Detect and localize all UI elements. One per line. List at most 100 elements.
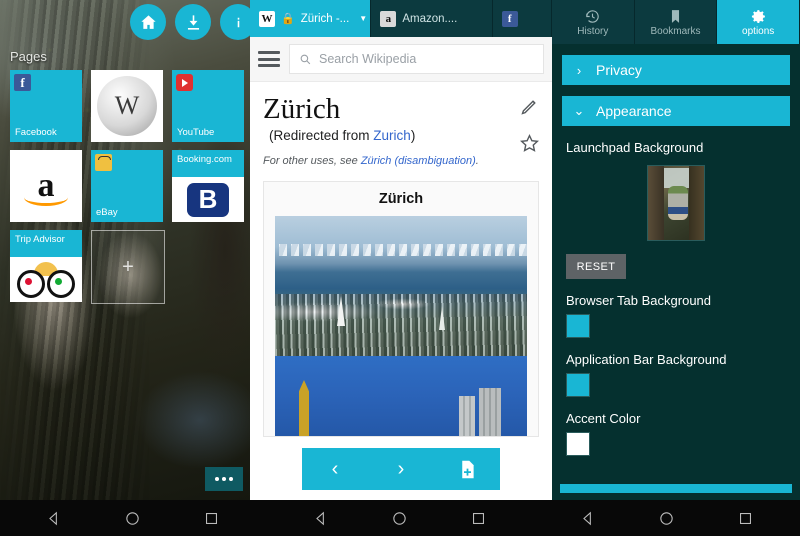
screen: Pages f Facebook YouTube a eBay	[0, 0, 800, 536]
home-icon[interactable]	[658, 510, 675, 527]
android-nav-panel-3	[533, 500, 800, 536]
page-title: Zürich	[263, 93, 341, 125]
wikipedia-article: Zürich (Redirected from Zurich) For othe…	[250, 82, 552, 437]
tile-ebay[interactable]: eBay	[91, 150, 163, 222]
tab-options[interactable]: options	[717, 0, 800, 44]
redirect-suffix: )	[410, 128, 416, 143]
hatnote-link[interactable]: Zürich (disambiguation)	[361, 155, 476, 167]
download-button[interactable]	[175, 4, 211, 40]
accent-color-label: Accent Color	[566, 411, 641, 426]
hatnote-prefix: For other uses, see	[263, 155, 361, 167]
thumbnail-tree-trunk	[648, 166, 664, 240]
reset-button[interactable]: RESET	[566, 254, 626, 279]
wikipedia-header: Search Wikipedia	[250, 37, 552, 82]
tile-booking[interactable]: Booking.com B	[172, 150, 244, 222]
tile-facebook[interactable]: f Facebook	[10, 70, 82, 142]
amazon-favicon: a	[380, 10, 397, 27]
hatnote-suffix: .	[475, 155, 479, 167]
menu-icon[interactable]	[258, 51, 280, 67]
section-title: Appearance	[596, 103, 672, 119]
tile-amazon[interactable]: a	[10, 150, 82, 222]
article-tools	[519, 96, 540, 154]
search-input[interactable]: Search Wikipedia	[289, 44, 544, 74]
tile-wikipedia[interactable]	[91, 70, 163, 142]
clock-tower	[299, 380, 309, 436]
tab-facebook[interactable]: f	[493, 0, 552, 37]
tab-bookmarks[interactable]: Bookmarks	[634, 0, 718, 44]
recents-icon[interactable]	[737, 510, 754, 527]
section-appearance[interactable]: ⌄ Appearance	[562, 96, 790, 126]
back-icon[interactable]	[579, 510, 596, 527]
bookmark-icon	[671, 9, 680, 23]
launchpad-panel: Pages f Facebook YouTube a eBay	[0, 0, 250, 500]
redirect-link[interactable]: Zurich	[373, 128, 411, 143]
forward-button[interactable]: ›	[368, 458, 434, 481]
home-icon[interactable]	[391, 510, 408, 527]
thumbnail-tree-trunk	[689, 166, 704, 240]
tile-label: eBay	[96, 207, 118, 218]
dot-icon	[229, 477, 233, 481]
lock-icon: 🔒	[281, 13, 295, 25]
recents-icon[interactable]	[470, 510, 487, 527]
building	[479, 388, 501, 436]
launchpad-background-thumbnail[interactable]	[647, 165, 705, 241]
back-icon[interactable]	[45, 510, 62, 527]
section-privacy[interactable]: › Privacy	[562, 55, 790, 85]
search-placeholder: Search Wikipedia	[319, 52, 417, 66]
church-spire	[337, 296, 345, 326]
download-icon	[187, 14, 199, 30]
launchpad-overflow-button[interactable]	[205, 467, 243, 491]
church-spire	[439, 306, 445, 330]
add-tile-button[interactable]: +	[91, 230, 165, 304]
tile-label: YouTube	[177, 127, 215, 138]
facebook-icon: f	[14, 74, 31, 91]
building	[459, 396, 475, 436]
new-page-button[interactable]	[434, 459, 500, 480]
tab-wikipedia[interactable]: W 🔒 Zürich -... ▼	[250, 0, 372, 37]
thumbnail-sky	[664, 168, 689, 188]
android-navigation-bars	[0, 500, 800, 536]
gear-icon	[751, 9, 765, 23]
home-icon	[140, 14, 156, 29]
browser-navigation-bar: ‹ ›	[302, 448, 500, 490]
dot-icon	[215, 477, 219, 481]
youtube-icon	[176, 74, 193, 91]
application-bar-background-swatch[interactable]	[566, 373, 590, 397]
launchpad-tiles: f Facebook YouTube a eBay Booking.com B	[10, 70, 244, 304]
browser-tab-background-swatch[interactable]	[566, 314, 590, 338]
alps-range	[275, 244, 527, 256]
recents-icon[interactable]	[203, 510, 220, 527]
amazon-smile-icon	[24, 189, 68, 206]
application-bar-background-label: Application Bar Background	[566, 352, 727, 367]
section-title: Privacy	[596, 62, 642, 78]
info-button[interactable]	[220, 4, 250, 40]
home-button[interactable]	[130, 4, 166, 40]
tab-label: History	[577, 25, 609, 37]
tab-history[interactable]: History	[552, 0, 635, 44]
back-icon[interactable]	[312, 510, 329, 527]
back-button[interactable]: ‹	[302, 458, 368, 481]
tile-label: Trip Advisor	[15, 234, 65, 245]
chevron-right-icon: ›	[576, 62, 582, 78]
dot-icon	[222, 477, 226, 481]
tab-label: Bookmarks	[650, 25, 701, 37]
booking-icon: B	[172, 177, 244, 222]
zurich-panorama-image	[275, 216, 527, 356]
pages-label: Pages	[10, 49, 47, 64]
chevron-down-icon[interactable]: ▼	[359, 14, 367, 23]
tile-youtube[interactable]: YouTube	[172, 70, 244, 142]
infobox: Zürich	[263, 181, 539, 437]
tile-tripadvisor[interactable]: Trip Advisor	[10, 230, 82, 302]
thumbnail-person	[668, 186, 688, 220]
wikipedia-viewport: Search Wikipedia Zürich (Redirected from…	[250, 37, 552, 500]
tile-label: Facebook	[15, 127, 57, 138]
star-icon[interactable]	[519, 133, 540, 154]
home-icon[interactable]	[124, 510, 141, 527]
cityscape	[275, 294, 527, 356]
redirect-note: (Redirected from Zurich)	[263, 128, 539, 143]
tile-label: Booking.com	[177, 154, 232, 165]
tab-amazon[interactable]: a Amazon....	[371, 0, 493, 37]
accent-color-swatch[interactable]	[566, 432, 590, 456]
pencil-icon[interactable]	[519, 96, 540, 117]
options-tab-bar: History Bookmarks options	[552, 0, 800, 44]
